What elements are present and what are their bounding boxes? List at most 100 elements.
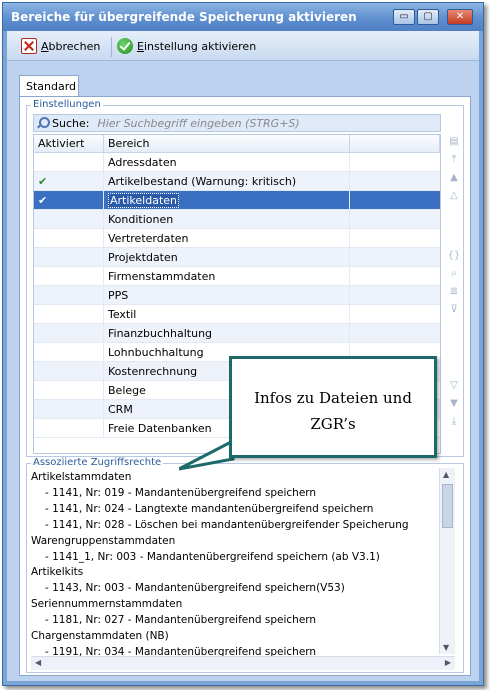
access-right-category: Seriennummernstammdaten: [31, 598, 183, 611]
move-down-small-icon[interactable]: ▽: [447, 378, 461, 394]
cancel-x-icon: [21, 38, 37, 54]
move-up-icon[interactable]: ▲: [447, 170, 461, 186]
callout-box: Infos zu Dateien und ZGR’s: [229, 356, 437, 458]
search-icon: [36, 117, 50, 129]
minimize-icon: ▭: [399, 11, 409, 22]
activated-cell[interactable]: [34, 210, 104, 228]
toolbar: Abbrechen Einstellung aktivieren: [7, 31, 479, 61]
move-up-small-icon[interactable]: △: [447, 188, 461, 204]
window-title: Bereiche für übergreifende Speicherung a…: [11, 10, 357, 24]
table-row[interactable]: Adressdaten: [34, 153, 440, 172]
access-right-item: - 1141, Nr: 028 - Löschen bei mandantenü…: [45, 518, 409, 531]
title-bar[interactable]: Bereiche für übergreifende Speicherung a…: [3, 3, 483, 31]
maximize-icon: ▢: [423, 11, 433, 22]
area-label: Adressdaten: [108, 156, 177, 169]
area-cell[interactable]: Projektdaten: [104, 248, 350, 266]
activated-cell[interactable]: [34, 229, 104, 247]
area-label: PPS: [108, 289, 129, 302]
table-row[interactable]: ✔ Artikeldaten: [34, 191, 440, 210]
search-bar[interactable]: Suche: Hier Suchbegriff eingeben (STRG+S…: [33, 114, 441, 132]
area-label: Belege: [108, 384, 146, 397]
access-right-item: - 1191, Nr: 034 - Mandantenübergreifend …: [45, 645, 317, 656]
maximize-button[interactable]: ▢: [417, 9, 439, 25]
table-header: Aktiviert Bereich: [34, 135, 440, 153]
search-input[interactable]: Hier Suchbegriff eingeben (STRG+S): [97, 117, 299, 130]
table-row[interactable]: Projektdaten: [34, 248, 440, 267]
activate-label: Einstellung aktivieren: [137, 39, 257, 53]
activated-cell[interactable]: ✔: [34, 172, 104, 190]
close-button[interactable]: ✕: [447, 9, 473, 25]
activated-cell[interactable]: [34, 248, 104, 266]
area-cell[interactable]: Vertreterdaten: [104, 229, 350, 247]
area-cell[interactable]: Konditionen: [104, 210, 350, 228]
area-cell[interactable]: Firmenstammdaten: [104, 267, 350, 285]
area-cell[interactable]: Adressdaten: [104, 153, 350, 171]
find-icon[interactable]: ⌕: [447, 266, 461, 282]
grid-side-toolbar: ▤ ⤒ ▲ △ {} ⌕ ≣ ⊽ ▽ ▼ ⤓: [445, 134, 463, 454]
minimize-button[interactable]: ▭: [393, 9, 415, 25]
scroll-down-icon[interactable]: ▼: [443, 643, 449, 652]
area-label: Vertreterdaten: [108, 232, 189, 245]
table-row[interactable]: Vertreterdaten: [34, 229, 440, 248]
move-top-icon[interactable]: ⤒: [447, 152, 461, 168]
activated-cell[interactable]: [34, 324, 104, 342]
associated-rights-label: Assoziierte Zugriffsrechte: [31, 457, 164, 468]
access-right-category: Artikelkits: [31, 566, 84, 579]
activated-cell[interactable]: [34, 400, 104, 418]
activate-setting-button[interactable]: Einstellung aktivieren: [117, 37, 256, 55]
area-cell[interactable]: Artikelbestand (Warnung: kritisch): [104, 172, 350, 190]
access-right-category: Chargenstammdaten (NB): [31, 630, 169, 643]
expand-icon[interactable]: {}: [447, 248, 461, 264]
scroll-left-icon[interactable]: ◀: [35, 658, 41, 667]
area-cell[interactable]: Finanzbuchhaltung: [104, 324, 350, 342]
scroll-thumb[interactable]: [442, 484, 453, 528]
area-label: Artikelbestand (Warnung: kritisch): [108, 175, 297, 188]
access-right-item: - 1181, Nr: 027 - Mandantenübergreifend …: [45, 614, 317, 627]
table-row[interactable]: ✔ Artikelbestand (Warnung: kritisch): [34, 172, 440, 191]
associated-rights-list: Artikelstammdaten - 1141, Nr: 019 - Manda…: [31, 470, 435, 656]
area-label: Kostenrechnung: [108, 365, 198, 378]
access-right-item: - 1141, Nr: 024 - Langtexte mandantenübe…: [45, 502, 374, 515]
activated-cell[interactable]: ✔: [34, 191, 104, 209]
horizontal-scrollbar[interactable]: ◀ ▶: [31, 656, 455, 670]
activated-cell[interactable]: [34, 381, 104, 399]
vertical-scrollbar[interactable]: ▲ ▼: [439, 468, 455, 654]
table-row[interactable]: Konditionen: [34, 210, 440, 229]
area-label: Finanzbuchhaltung: [108, 327, 213, 340]
activated-cell[interactable]: [34, 362, 104, 380]
filter-icon[interactable]: ⊽: [447, 302, 461, 318]
associated-rights-group: Assoziierte Zugriffsrechte Artikelstammd…: [26, 457, 464, 673]
activated-cell[interactable]: [34, 267, 104, 285]
access-right-item: - 1141_1, Nr: 003 - Mandantenübergreifen…: [45, 550, 380, 563]
tab-standard[interactable]: Standard: [19, 75, 79, 97]
callout-line-1: Infos zu Dateien und: [254, 389, 412, 407]
table-row[interactable]: Textil: [34, 305, 440, 324]
scroll-right-icon[interactable]: ▶: [445, 658, 451, 667]
access-right-item: - 1141, Nr: 019 - Mandantenübergreifend …: [45, 486, 317, 499]
xml-icon[interactable]: ≣: [447, 284, 461, 300]
column-chooser-icon[interactable]: ▤: [447, 134, 461, 150]
area-cell[interactable]: Textil: [104, 305, 350, 323]
checkmark-icon: ✔: [38, 175, 48, 188]
activated-cell[interactable]: [34, 305, 104, 323]
cancel-button[interactable]: Abbrechen: [21, 37, 100, 55]
table-row[interactable]: Firmenstammdaten: [34, 267, 440, 286]
area-cell[interactable]: Artikeldaten: [104, 191, 350, 209]
table-row[interactable]: Finanzbuchhaltung: [34, 324, 440, 343]
move-bottom-icon[interactable]: ⤓: [447, 414, 461, 430]
table-row[interactable]: PPS: [34, 286, 440, 305]
column-header-activated[interactable]: Aktiviert: [34, 135, 104, 152]
area-cell[interactable]: PPS: [104, 286, 350, 304]
area-label: Freie Datenbanken: [108, 422, 212, 435]
move-down-icon[interactable]: ▼: [447, 396, 461, 412]
scroll-up-icon[interactable]: ▲: [443, 470, 449, 479]
column-header-area[interactable]: Bereich: [104, 135, 350, 152]
activated-cell[interactable]: [34, 343, 104, 361]
activated-cell[interactable]: [34, 286, 104, 304]
close-icon: ✕: [455, 11, 465, 22]
activated-cell[interactable]: [34, 153, 104, 171]
activated-cell[interactable]: [34, 419, 104, 437]
checkmark-icon: ✔: [38, 194, 48, 207]
